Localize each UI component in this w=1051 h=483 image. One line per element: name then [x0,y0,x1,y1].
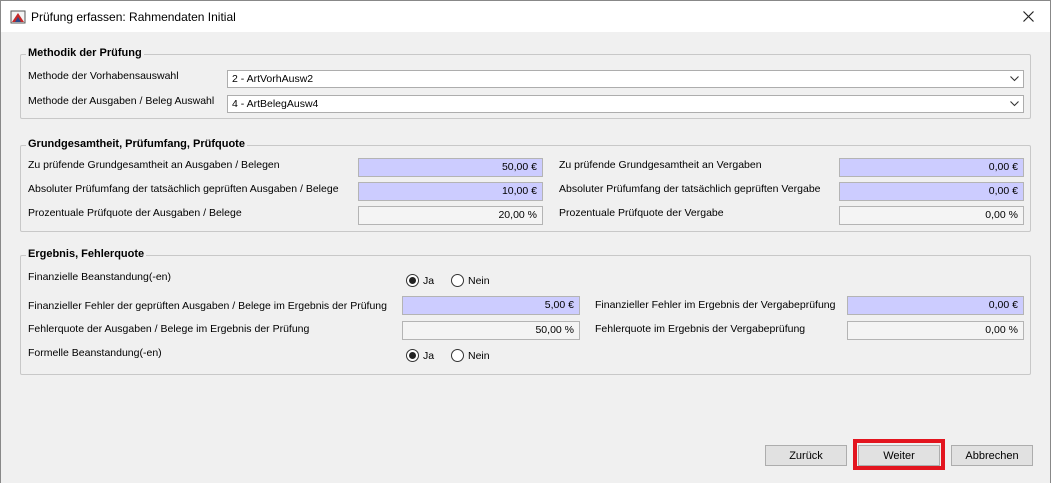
label-grundgesamtheit-ausgaben: Zu prüfende Grundgesamtheit an Ausgaben … [28,159,280,171]
field-pruefumfang-vergabe[interactable]: 0,00 € [839,182,1024,201]
field-pruefquote-vergabe: 0,00 % [839,206,1024,225]
highlight-box [853,439,945,470]
radio-formell-ja[interactable]: Ja [406,349,434,362]
field-pruefumfang-ausgaben[interactable]: 10,00 € [358,182,543,201]
select-belegauswahl-value: 4 - ArtBelegAusw4 [232,98,319,110]
label-fehler-ausgaben: Finanzieller Fehler der geprüften Ausgab… [28,300,387,312]
field-grundgesamtheit-vergaben[interactable]: 0,00 € [839,158,1024,177]
radio-formell-nein-label: Nein [468,349,490,362]
label-pruefquote-ausgaben: Prozentuale Prüfquote der Ausgaben / Bel… [28,207,242,219]
label-fehler-vergabe: Finanzieller Fehler im Ergebnis der Verg… [595,299,836,311]
field-fehlerquote-ausgaben: 50,00 % [402,321,580,340]
label-pruefumfang-ausgaben: Absoluter Prüfumfang der tatsächlich gep… [28,183,339,195]
chevron-down-icon[interactable] [1006,71,1023,87]
select-vorhabensauswahl[interactable]: 2 - ArtVorhAusw2 [227,70,1024,88]
field-grundgesamtheit-ausgaben[interactable]: 50,00 € [358,158,543,177]
radio-selected-icon [406,274,419,287]
close-button[interactable] [1006,1,1050,32]
radio-unselected-icon [451,349,464,362]
select-vorhabensauswahl-value: 2 - ArtVorhAusw2 [232,73,314,85]
radio-selected-icon [406,349,419,362]
app-icon [10,9,26,25]
field-fehler-vergabe[interactable]: 0,00 € [847,296,1024,315]
label-belegauswahl: Methode der Ausgaben / Beleg Auswahl [28,95,215,107]
group-ergebnis: Ergebnis, Fehlerquote [20,248,1031,375]
label-grundgesamtheit-vergaben: Zu prüfende Grundgesamtheit an Vergaben [559,159,762,171]
group-legend-grundgesamtheit: Grundgesamtheit, Prüfumfang, Prüfquote [26,138,247,150]
label-pruefquote-vergabe: Prozentuale Prüfquote der Vergabe [559,207,724,219]
label-fehlerquote-ausgaben: Fehlerquote der Ausgaben / Belege im Erg… [28,323,310,335]
radio-finanz-nein[interactable]: Nein [451,274,490,287]
field-fehler-ausgaben[interactable]: 5,00 € [402,296,580,315]
select-belegauswahl[interactable]: 4 - ArtBelegAusw4 [227,95,1024,113]
radio-finanz-nein-label: Nein [468,274,490,287]
field-pruefquote-ausgaben: 20,00 % [358,206,543,225]
label-fehlerquote-vergabe: Fehlerquote im Ergebnis der Vergabeprüfu… [595,323,806,335]
radio-finanz-ja[interactable]: Ja [406,274,434,287]
label-finanzielle-beanstandung: Finanzielle Beanstandung(-en) [28,271,172,283]
group-legend-ergebnis: Ergebnis, Fehlerquote [26,248,147,260]
label-formelle-beanstandung: Formelle Beanstandung(-en) [28,347,162,359]
label-pruefumfang-vergabe: Absoluter Prüfumfang der tatsächlich gep… [559,183,821,195]
close-icon [1022,11,1034,22]
radio-formell-nein[interactable]: Nein [451,349,490,362]
dialog-content: Methodik der Prüfung Methode der Vorhabe… [1,32,1050,483]
radio-unselected-icon [451,274,464,287]
dialog-window: Prüfung erfassen: Rahmendaten Initial Me… [0,0,1051,483]
chevron-down-icon[interactable] [1006,96,1023,112]
group-legend-methodik: Methodik der Prüfung [26,47,144,59]
field-fehlerquote-vergabe: 0,00 % [847,321,1024,340]
radio-formell-ja-label: Ja [423,349,435,362]
label-vorhabensauswahl: Methode der Vorhabensauswahl [28,70,179,82]
title-bar: Prüfung erfassen: Rahmendaten Initial [1,1,1050,32]
back-button[interactable]: Zurück [765,445,847,466]
cancel-button[interactable]: Abbrechen [951,445,1033,466]
radio-finanz-ja-label: Ja [423,274,435,287]
window-title: Prüfung erfassen: Rahmendaten Initial [31,10,236,24]
